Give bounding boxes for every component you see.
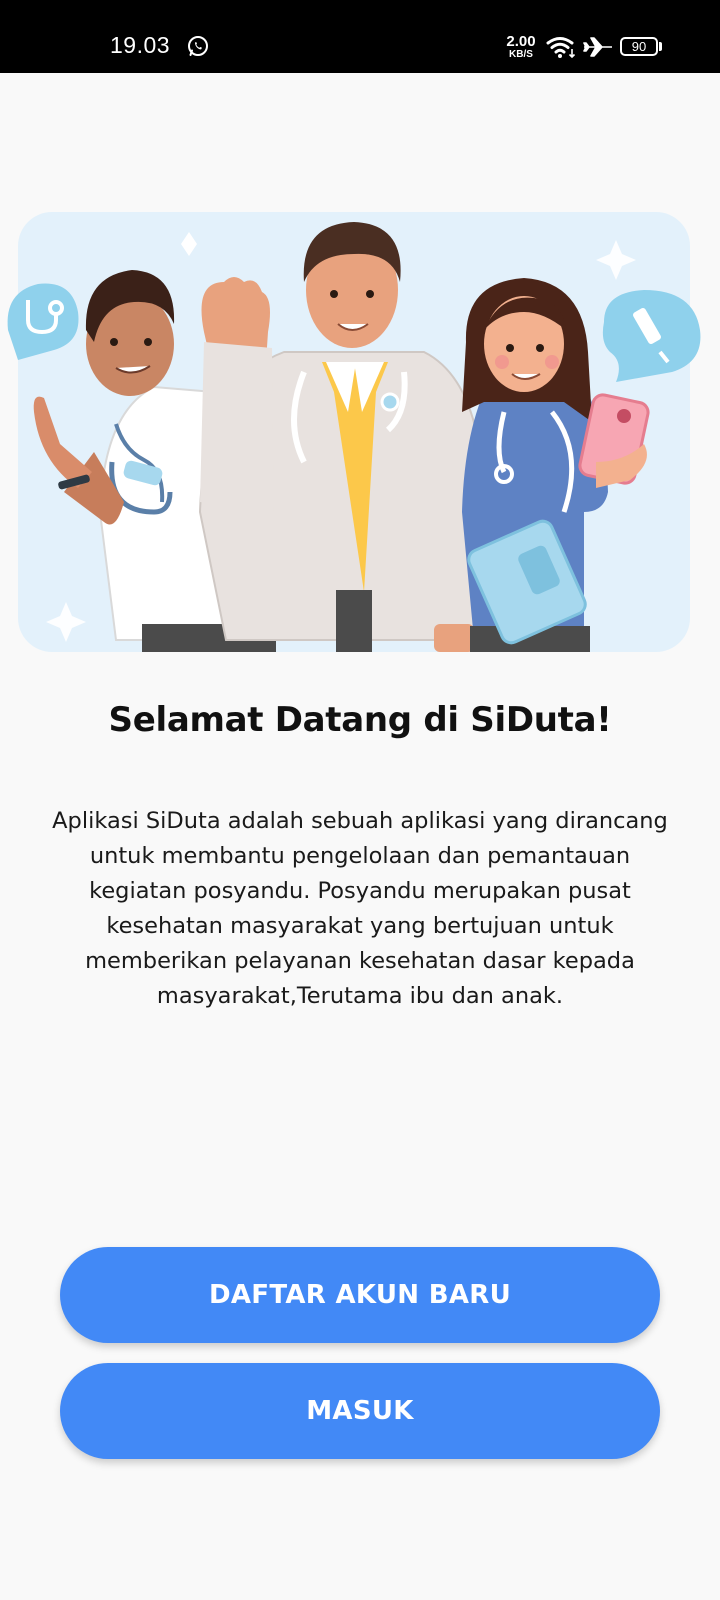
network-speed-unit: KB/S bbox=[509, 49, 533, 60]
battery-level: 90 bbox=[631, 39, 647, 54]
welcome-title: Selamat Datang di SiDuta! bbox=[108, 700, 612, 740]
wifi-icon bbox=[546, 37, 576, 59]
status-time: 19.03 bbox=[110, 32, 171, 58]
airplane-mode-icon bbox=[583, 37, 612, 57]
network-speed: 2.00 KB/S bbox=[502, 34, 540, 60]
welcome-description: Aplikasi SiDuta adalah sebuah aplikasi y… bbox=[52, 808, 668, 1009]
whatsapp-icon bbox=[188, 36, 208, 56]
healthcare-team-illustration bbox=[7, 212, 701, 652]
battery-icon: 90 bbox=[620, 37, 658, 56]
register-new-account-button[interactable]: DAFTAR AKUN BARU bbox=[60, 1247, 660, 1343]
battery-tip bbox=[659, 42, 662, 51]
login-button[interactable]: MASUK bbox=[60, 1363, 660, 1459]
welcome-screen: 19.03 2.00 KB/S 90 Selamat Datang di SiD… bbox=[0, 0, 720, 1600]
network-speed-value: 2.00 bbox=[506, 33, 536, 50]
status-bar: 19.03 2.00 KB/S 90 bbox=[0, 0, 720, 73]
